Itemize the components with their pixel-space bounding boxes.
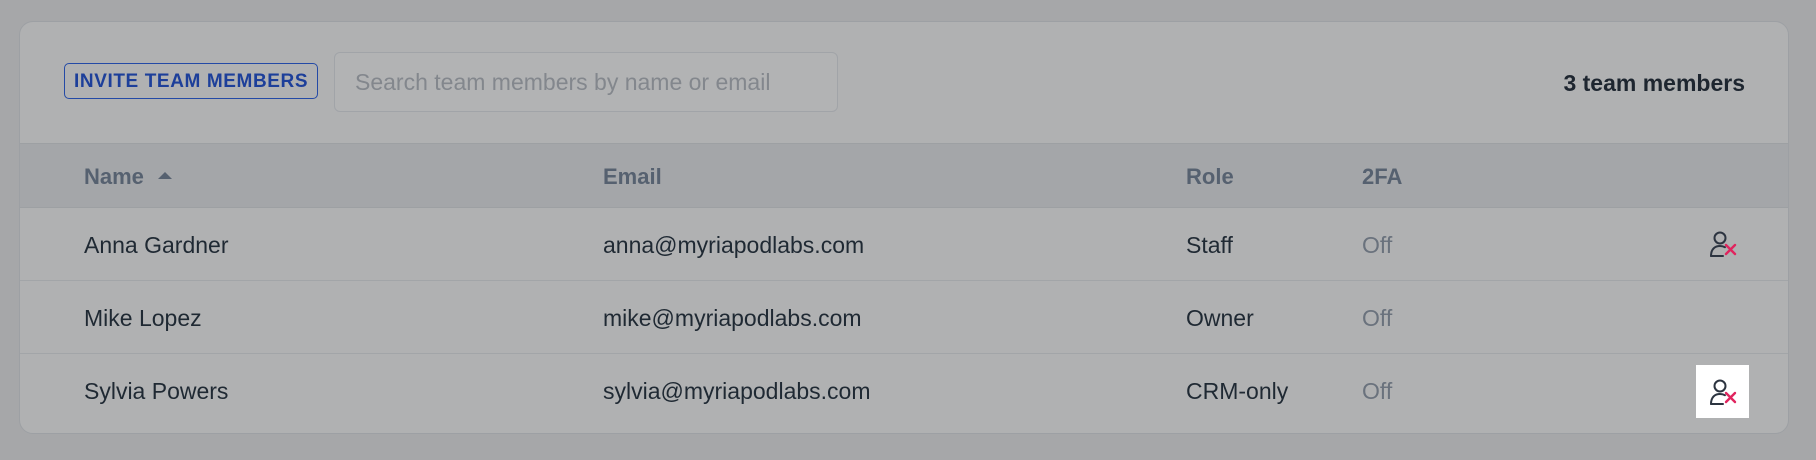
table-row: Anna Gardner anna@myriapodlabs.com Staff… (20, 208, 1788, 281)
invite-team-members-button[interactable]: INVITE TEAM MEMBERS (64, 63, 319, 99)
search-box[interactable] (334, 52, 838, 112)
column-header-name[interactable]: Name (84, 164, 172, 190)
remove-user-icon (1709, 379, 1736, 405)
table-header: Name Email Role 2FA (20, 143, 1788, 208)
member-email: mike@myriapodlabs.com (603, 305, 862, 331)
remove-member-button[interactable] (1704, 225, 1742, 263)
team-members-panel: INVITE TEAM MEMBERS 3 team members Name … (19, 21, 1789, 434)
member-name: Sylvia Powers (84, 378, 229, 404)
table-row: Sylvia Powers sylvia@myriapodlabs.com CR… (20, 354, 1788, 427)
column-header-2fa[interactable]: 2FA (1362, 164, 1402, 190)
member-name: Mike Lopez (84, 305, 202, 331)
search-input[interactable] (335, 53, 837, 111)
team-toolbar: INVITE TEAM MEMBERS 3 team members (20, 22, 1788, 143)
remove-member-button[interactable] (1696, 365, 1749, 418)
member-role: CRM-only (1186, 378, 1289, 404)
member-2fa-status: Off (1362, 378, 1393, 404)
member-email: anna@myriapodlabs.com (603, 232, 865, 258)
member-role: Owner (1186, 305, 1254, 331)
remove-user-icon (1710, 231, 1737, 257)
sort-ascending-icon (157, 171, 172, 179)
member-count: 3 team members (1563, 70, 1745, 96)
column-header-email[interactable]: Email (603, 164, 662, 190)
member-2fa-status: Off (1362, 305, 1393, 331)
member-2fa-status: Off (1362, 232, 1393, 258)
column-header-name-label: Name (84, 164, 144, 189)
member-email: sylvia@myriapodlabs.com (603, 378, 871, 404)
member-name: Anna Gardner (84, 232, 229, 258)
table-row: Mike Lopez mike@myriapodlabs.com Owner O… (20, 281, 1788, 354)
column-header-role[interactable]: Role (1186, 164, 1234, 190)
member-role: Staff (1186, 232, 1233, 258)
